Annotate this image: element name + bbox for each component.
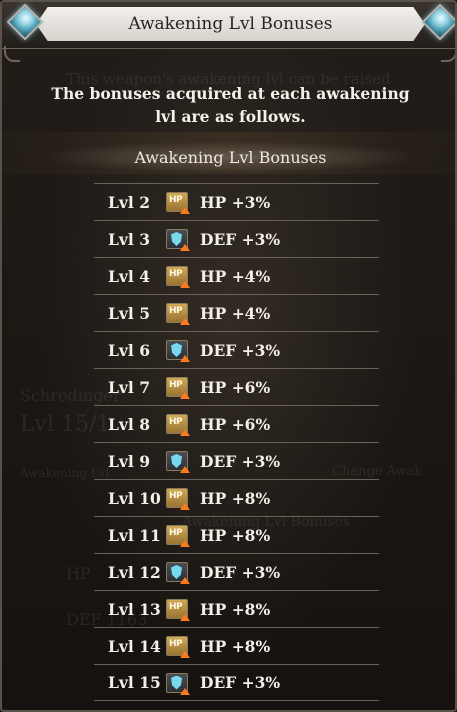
bonus-level: Lvl 9 xyxy=(108,451,150,471)
def-up-icon xyxy=(166,672,190,695)
frame-ornament xyxy=(4,46,20,62)
hp-up-icon: HP xyxy=(166,266,190,288)
bonus-row: Lvl 10 HP HP +8% xyxy=(94,479,379,516)
up-arrow-icon xyxy=(180,577,190,584)
bonus-value: HP +8% xyxy=(200,599,271,619)
bonus-value: HP +6% xyxy=(200,414,271,434)
hp-up-icon: HP xyxy=(166,599,190,621)
up-arrow-icon xyxy=(180,466,190,473)
bonus-row: Lvl 14 HP HP +8% xyxy=(94,627,379,664)
frame-ornament xyxy=(441,46,455,62)
bonus-level: Lvl 4 xyxy=(108,266,150,286)
hp-icon-label: HP xyxy=(169,380,183,390)
up-arrow-icon xyxy=(180,281,190,288)
bonus-level: Lvl 3 xyxy=(108,229,150,249)
bonus-level: Lvl 10 xyxy=(108,488,161,508)
up-arrow-icon xyxy=(180,318,190,325)
bonus-value: DEF +3% xyxy=(200,451,281,471)
hp-icon-label: HP xyxy=(169,306,183,316)
hp-icon-label: HP xyxy=(169,417,183,427)
up-arrow-icon xyxy=(180,540,190,547)
up-arrow-icon xyxy=(180,651,190,658)
hp-up-icon: HP xyxy=(166,303,190,325)
bonus-row: Lvl 4 HP HP +4% xyxy=(94,257,379,294)
bonus-row: Lvl 9 DEF +3% xyxy=(94,442,379,479)
hp-icon-label: HP xyxy=(169,491,183,501)
hp-up-icon: HP xyxy=(166,414,190,436)
bonus-level: Lvl 13 xyxy=(108,599,161,619)
hp-up-icon: HP xyxy=(166,192,190,214)
hp-icon-label: HP xyxy=(169,528,183,538)
def-up-icon xyxy=(166,562,190,584)
bonus-value: HP +8% xyxy=(200,525,271,545)
dialog-title-bar: Awakening Lvl Bonuses xyxy=(2,2,455,49)
def-up-icon xyxy=(166,229,190,251)
hp-up-icon: HP xyxy=(166,488,190,510)
bonus-level: Lvl 11 xyxy=(108,525,161,545)
bonus-row: Lvl 2 HP HP +3% xyxy=(94,183,379,220)
bonus-row: Lvl 6 DEF +3% xyxy=(94,331,379,368)
bonus-row: Lvl 3 DEF +3% xyxy=(94,220,379,257)
bonus-row: Lvl 8 HP HP +6% xyxy=(94,405,379,442)
bonus-level: Lvl 12 xyxy=(108,562,161,582)
bonus-value: DEF +3% xyxy=(200,229,281,249)
bonus-value: HP +8% xyxy=(200,488,271,508)
up-arrow-icon xyxy=(180,355,190,362)
up-arrow-icon xyxy=(180,392,190,399)
up-arrow-icon xyxy=(180,614,190,621)
bonus-level: Lvl 2 xyxy=(108,192,150,212)
up-arrow-icon xyxy=(180,207,190,214)
bonus-level: Lvl 8 xyxy=(108,414,150,434)
bonus-row: Lvl 7 HP HP +6% xyxy=(94,368,379,405)
def-up-icon xyxy=(166,451,190,473)
hp-icon-label: HP xyxy=(169,602,183,612)
up-arrow-icon xyxy=(180,429,190,436)
up-arrow-icon xyxy=(180,244,190,251)
bonus-value: DEF +3% xyxy=(200,673,281,692)
bonus-value: HP +4% xyxy=(200,266,271,286)
bonus-list: Lvl 2 HP HP +3% Lvl 3 DEF +3% Lvl 4 HP HP +4% Lv… xyxy=(94,183,379,701)
gem-icon xyxy=(421,3,455,41)
hp-icon-label: HP xyxy=(169,195,183,205)
hp-icon-label: HP xyxy=(169,269,183,279)
bonus-value: HP +3% xyxy=(200,192,271,212)
bonus-value: HP +4% xyxy=(200,303,271,323)
bonus-level: Lvl 6 xyxy=(108,340,150,360)
bonus-row: Lvl 5 HP HP +4% xyxy=(94,294,379,331)
bonus-value: HP +6% xyxy=(200,377,271,397)
background-text: HP xyxy=(66,564,91,583)
awakening-bonus-dialog: This weapon's awakening lvl can be raise… xyxy=(0,0,457,712)
dialog-title: Awakening Lvl Bonuses xyxy=(128,14,333,34)
hp-up-icon: HP xyxy=(166,525,190,547)
hp-icon-label: HP xyxy=(169,639,183,649)
bonus-row: Lvl 11 HP HP +8% xyxy=(94,516,379,553)
bonus-level: Lvl 14 xyxy=(108,636,161,656)
hp-up-icon: HP xyxy=(166,377,190,399)
up-arrow-icon xyxy=(180,503,190,510)
hp-up-icon: HP xyxy=(166,636,190,658)
bonus-level: Lvl 7 xyxy=(108,377,150,397)
bonus-value: HP +8% xyxy=(200,636,271,656)
bonus-row: Lvl 13 HP HP +8% xyxy=(94,590,379,627)
def-up-icon xyxy=(166,340,190,362)
bonus-row: Lvl 12 DEF +3% xyxy=(94,553,379,590)
section-header: Awakening Lvl Bonuses xyxy=(52,142,409,172)
bonus-value: DEF +3% xyxy=(200,340,281,360)
bonus-value: DEF +3% xyxy=(200,562,281,582)
bonus-row: Lvl 15 DEF +3% xyxy=(94,664,379,701)
bonus-level: Lvl 5 xyxy=(108,303,150,323)
up-arrow-icon xyxy=(180,687,190,695)
bonus-level: Lvl 15 xyxy=(108,673,161,692)
intro-text: The bonuses acquired at each awakening l… xyxy=(51,84,410,126)
